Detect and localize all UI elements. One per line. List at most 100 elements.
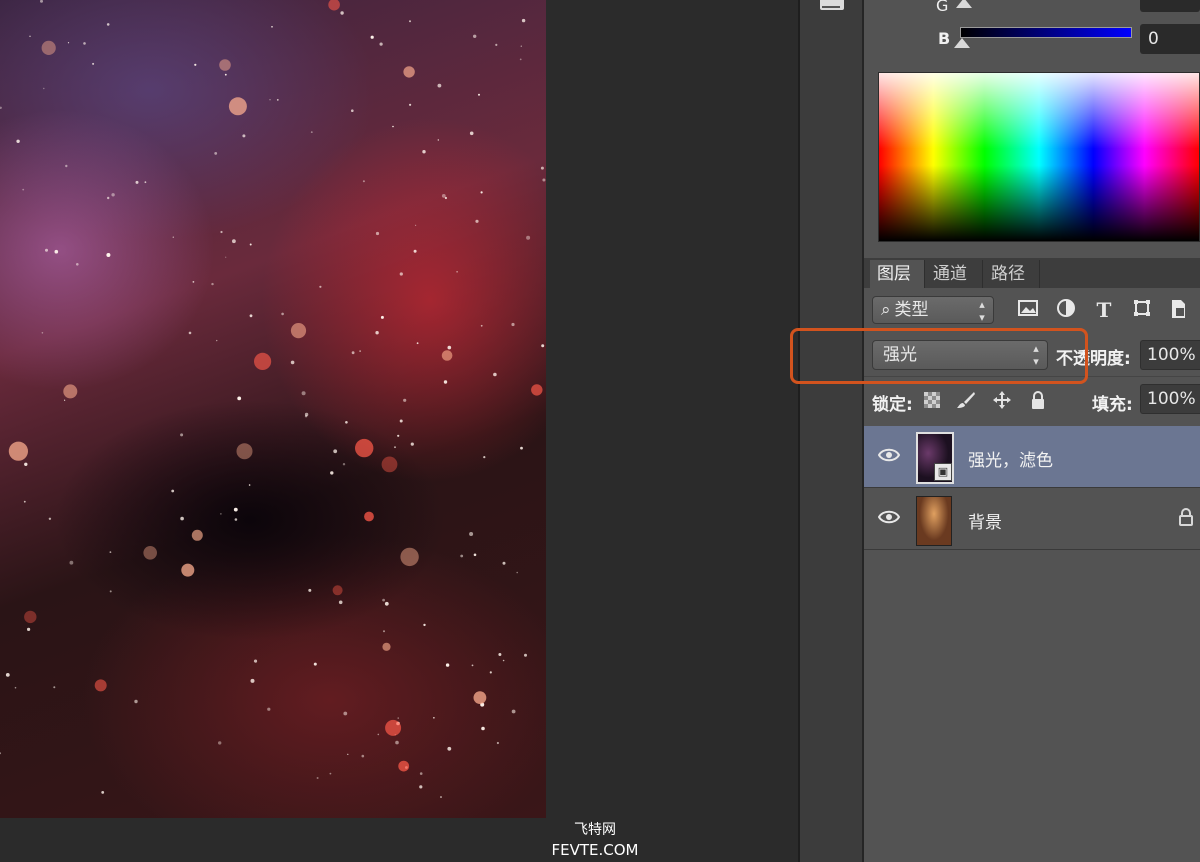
star-dot bbox=[232, 239, 236, 244]
glow-dot bbox=[400, 547, 419, 567]
panel-tabs: 图层 通道 路径 bbox=[864, 258, 1200, 288]
b-value-field[interactable]: 0 bbox=[1140, 24, 1200, 54]
star-dot bbox=[380, 315, 384, 319]
star-dot bbox=[447, 345, 452, 350]
star-dot bbox=[267, 707, 271, 711]
star-dot bbox=[475, 219, 479, 223]
g-value-field[interactable] bbox=[1140, 0, 1200, 12]
shape-filter-icon[interactable] bbox=[1130, 298, 1154, 322]
star-dot bbox=[0, 752, 1, 755]
document-canvas-area: 飞特网 FEVTE.COM bbox=[0, 0, 800, 862]
star-dot bbox=[422, 150, 426, 154]
collapsed-panel-icon[interactable] bbox=[820, 0, 844, 10]
layer-name[interactable]: 背景 bbox=[968, 508, 1002, 533]
color-panel: G B 0 bbox=[864, 0, 1200, 256]
star-dot bbox=[180, 433, 184, 437]
opacity-label: 不透明度: bbox=[1056, 349, 1131, 369]
star-dot bbox=[359, 350, 361, 352]
b-slider-track[interactable] bbox=[960, 27, 1132, 38]
lock-image-pixels-icon[interactable] bbox=[956, 390, 976, 410]
star-dot bbox=[361, 754, 365, 758]
collapsed-panel-strip bbox=[800, 0, 864, 862]
star-dot bbox=[433, 717, 435, 719]
eye-icon[interactable] bbox=[877, 447, 901, 463]
star-dot bbox=[511, 322, 515, 327]
glow-dot bbox=[41, 40, 56, 56]
eye-icon[interactable] bbox=[877, 509, 901, 525]
glow-dot bbox=[290, 323, 307, 339]
star-dot bbox=[351, 351, 355, 355]
star-dot bbox=[456, 271, 458, 273]
glow-dot bbox=[191, 529, 203, 541]
star-dot bbox=[67, 42, 70, 44]
g-slider-thumb[interactable] bbox=[956, 0, 972, 8]
tab-layers[interactable]: 图层 bbox=[870, 260, 925, 288]
watermark-cn: 飞特网 bbox=[574, 822, 616, 838]
smart-object-filter-icon[interactable] bbox=[1166, 298, 1190, 322]
color-spectrum-ramp[interactable] bbox=[878, 72, 1200, 242]
star-dot bbox=[330, 471, 334, 475]
glow-dot bbox=[385, 719, 402, 736]
star-dot bbox=[383, 630, 385, 633]
star-dot bbox=[253, 659, 258, 663]
star-dot bbox=[443, 380, 448, 384]
star-dot bbox=[480, 324, 483, 327]
star-dot bbox=[40, 0, 43, 3]
star-dot bbox=[483, 456, 486, 459]
star-dot bbox=[471, 664, 474, 667]
g-slider-label-fragment: G bbox=[936, 0, 949, 15]
star-dot bbox=[419, 772, 423, 775]
lock-position-icon[interactable] bbox=[992, 390, 1012, 410]
blend-mode-select[interactable]: 强光 ▴ ▾ bbox=[872, 340, 1048, 370]
star-dot bbox=[281, 312, 284, 316]
layer-name[interactable]: 强光，滤色 bbox=[968, 446, 1053, 471]
type-filter-icon[interactable]: T bbox=[1092, 298, 1116, 322]
adjustment-filter-icon[interactable] bbox=[1054, 298, 1078, 322]
layer-row[interactable]: 背景 bbox=[864, 488, 1200, 550]
star-dot bbox=[511, 709, 516, 714]
star-dot bbox=[14, 686, 17, 689]
glow-dot bbox=[254, 352, 272, 370]
divider bbox=[864, 376, 1200, 377]
star-dot bbox=[290, 360, 295, 365]
star-dot bbox=[237, 396, 242, 401]
star-dot bbox=[495, 43, 498, 47]
star-dot bbox=[440, 796, 442, 798]
image-filter-icon[interactable] bbox=[1016, 298, 1040, 322]
layer-filter-kind-select[interactable]: ⌕ 类型 ▴ ▾ bbox=[872, 296, 994, 324]
lock-transparent-pixels-icon[interactable] bbox=[924, 392, 940, 408]
star-dot bbox=[416, 342, 419, 345]
star-dot bbox=[419, 785, 423, 789]
star-dot bbox=[211, 282, 214, 286]
layer-thumbnail[interactable]: ▣ bbox=[914, 430, 956, 484]
filter-kind-label: 类型 bbox=[894, 300, 929, 320]
star-dot bbox=[375, 231, 380, 236]
glow-dot bbox=[355, 438, 374, 458]
star-dot bbox=[220, 230, 223, 234]
tab-paths[interactable]: 路径 bbox=[984, 260, 1040, 288]
glow-dot bbox=[381, 456, 398, 473]
star-dot bbox=[347, 753, 349, 755]
glow-dot bbox=[181, 563, 195, 577]
star-dot bbox=[276, 99, 279, 101]
layer-thumbnail[interactable] bbox=[914, 492, 956, 546]
star-dot bbox=[64, 399, 66, 401]
b-slider-thumb[interactable] bbox=[954, 38, 970, 48]
fill-field[interactable]: 100% bbox=[1140, 384, 1200, 414]
tab-channels[interactable]: 通道 bbox=[926, 260, 983, 288]
fill-label: 填充: bbox=[1092, 395, 1133, 415]
opacity-field[interactable]: 100% bbox=[1140, 340, 1200, 370]
glow-dot bbox=[332, 585, 343, 596]
star-dot bbox=[441, 194, 446, 198]
lock-all-icon[interactable] bbox=[1028, 390, 1048, 410]
star-dot bbox=[541, 344, 545, 348]
star-dot bbox=[415, 224, 417, 226]
star-dot bbox=[502, 561, 506, 565]
star-dot bbox=[172, 236, 174, 238]
star-dot bbox=[343, 711, 348, 716]
layer-row-selected[interactable]: ▣ 强光，滤色 bbox=[864, 426, 1200, 488]
glow-dot bbox=[382, 642, 391, 651]
document-image[interactable] bbox=[0, 0, 546, 818]
star-dot bbox=[308, 588, 312, 592]
star-dot bbox=[45, 248, 48, 252]
